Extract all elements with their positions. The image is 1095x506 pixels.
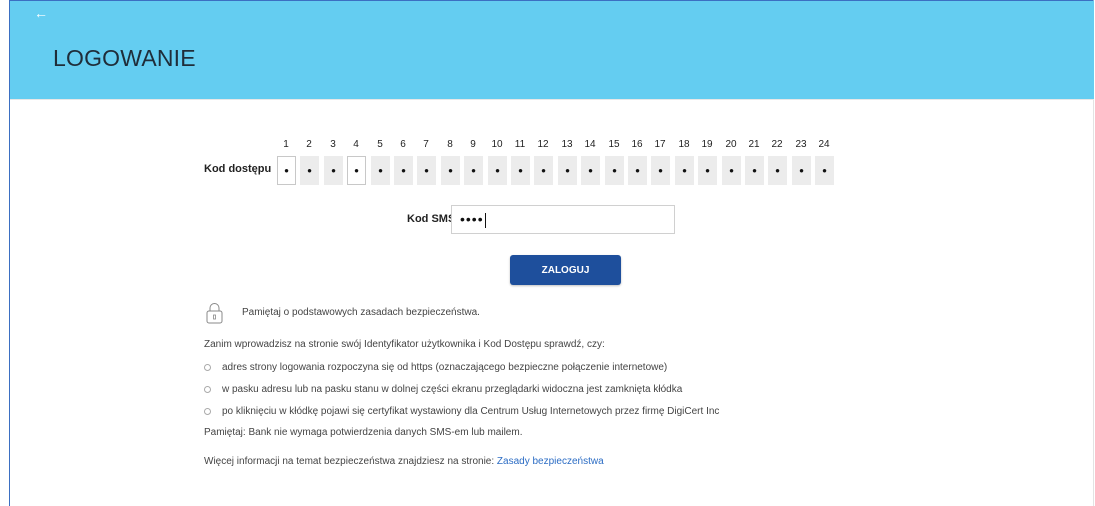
access-code-cell[interactable]: • — [488, 156, 507, 185]
position-number: 19 — [701, 139, 713, 150]
access-code-cell[interactable]: • — [558, 156, 577, 185]
list-item-text: w pasku adresu lub na pasku stanu w doln… — [222, 384, 683, 395]
list-item: adres strony logowania rozpoczyna się od… — [204, 362, 667, 373]
position-number: 6 — [400, 139, 406, 150]
position-number: 22 — [771, 139, 783, 150]
arrow-left-icon[interactable]: ← — [34, 5, 48, 21]
lock-icon — [206, 303, 223, 324]
position-number: 2 — [306, 139, 312, 150]
access-code-cell[interactable]: • — [277, 156, 296, 185]
access-code-cell[interactable]: • — [417, 156, 436, 185]
list-item: po kliknięciu w kłódkę pojawi się certyf… — [204, 406, 719, 417]
sms-code-input[interactable]: •••• — [451, 205, 675, 234]
position-number: 23 — [795, 139, 807, 150]
security-rules-link[interactable]: Zasady bezpieczeństwa — [497, 456, 604, 467]
list-item-text: po kliknięciu w kłódkę pojawi się certyf… — [222, 406, 720, 417]
access-code-cell[interactable]: • — [394, 156, 413, 185]
login-button[interactable]: ZALOGUJ — [510, 255, 621, 285]
security-reminder: Pamiętaj o podstawowych zasadach bezpiec… — [242, 307, 480, 318]
bullet-icon — [204, 407, 211, 415]
access-code-cell[interactable]: • — [792, 156, 811, 185]
position-number: 17 — [654, 139, 666, 150]
access-code-cell[interactable]: • — [300, 156, 319, 185]
access-code-cell[interactable]: • — [605, 156, 624, 185]
access-code-cell[interactable]: • — [371, 156, 390, 185]
position-number: 8 — [447, 139, 453, 150]
bullet-icon — [204, 363, 211, 371]
security-note: Pamiętaj: Bank nie wymaga potwierdzenia … — [204, 427, 523, 438]
access-code-cell[interactable]: • — [534, 156, 553, 185]
position-number: 7 — [423, 139, 429, 150]
position-number: 14 — [584, 139, 596, 150]
access-code-cell[interactable]: • — [651, 156, 670, 185]
access-code-cell[interactable]: • — [745, 156, 764, 185]
position-number: 12 — [537, 139, 549, 150]
access-code-cell[interactable]: • — [347, 156, 366, 185]
access-code-cell[interactable]: • — [324, 156, 343, 185]
position-number: 18 — [678, 139, 690, 150]
position-number: 21 — [748, 139, 760, 150]
access-code-cell[interactable]: • — [464, 156, 483, 185]
access-code-cell[interactable]: • — [768, 156, 787, 185]
position-number: 24 — [818, 139, 830, 150]
position-number: 4 — [353, 139, 359, 150]
position-number: 13 — [561, 139, 573, 150]
position-number: 5 — [377, 139, 383, 150]
position-number: 1 — [283, 139, 289, 150]
more-info-text: Więcej informacji na temat bezpieczeństw… — [204, 456, 497, 467]
access-code-cell[interactable]: • — [511, 156, 530, 185]
access-code-cell[interactable]: • — [675, 156, 694, 185]
access-code-label: Kod dostępu — [204, 163, 272, 175]
list-item-text: adres strony logowania rozpoczyna się od… — [222, 362, 668, 373]
access-code-cell[interactable]: • — [815, 156, 834, 185]
position-number: 9 — [470, 139, 476, 150]
more-info: Więcej informacji na temat bezpieczeństw… — [204, 456, 604, 467]
access-code-cell[interactable]: • — [441, 156, 460, 185]
bullet-icon — [204, 385, 211, 393]
access-code-cell[interactable]: • — [628, 156, 647, 185]
header-bar: ← LOGOWANIE — [10, 1, 1094, 99]
position-number: 15 — [608, 139, 620, 150]
position-number: 10 — [491, 139, 503, 150]
access-code-cell[interactable]: • — [698, 156, 717, 185]
position-number: 20 — [725, 139, 737, 150]
position-number: 11 — [514, 139, 526, 150]
text-caret — [484, 212, 486, 228]
list-item: w pasku adresu lub na pasku stanu w doln… — [204, 384, 682, 395]
security-intro: Zanim wprowadzisz na stronie swój Identy… — [204, 339, 605, 350]
access-code-cell[interactable]: • — [581, 156, 600, 185]
header-divider — [10, 99, 1094, 100]
position-number: 3 — [330, 139, 336, 150]
position-number: 16 — [631, 139, 643, 150]
page-title: LOGOWANIE — [53, 45, 196, 71]
access-code-cell[interactable]: • — [722, 156, 741, 185]
sms-code-value: •••• — [460, 211, 484, 227]
sms-code-label: Kod SMS — [407, 213, 456, 225]
